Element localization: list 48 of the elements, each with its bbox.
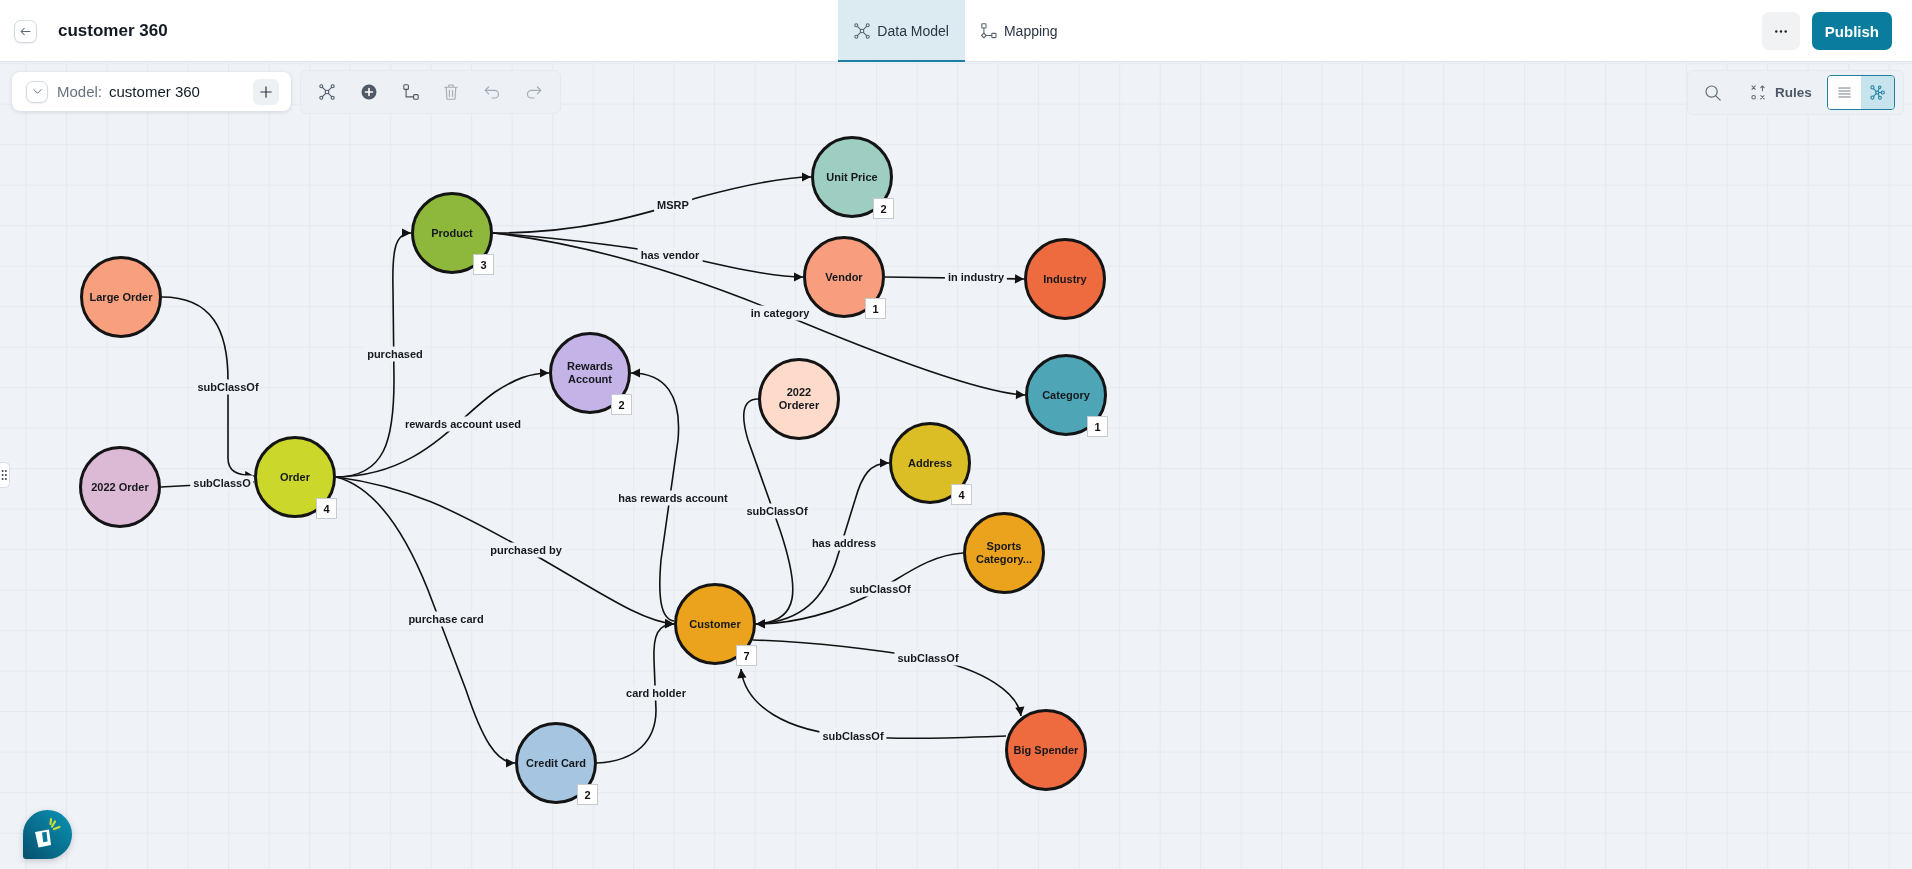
count-badge: 1 xyxy=(865,298,886,319)
drag-handle-icon[interactable] xyxy=(0,462,10,488)
more-icon xyxy=(1774,29,1787,33)
logo-icon[interactable] xyxy=(23,810,72,859)
count-badge: 2 xyxy=(577,784,598,805)
node-link-icon xyxy=(980,23,997,39)
relation-label: subClassO xyxy=(190,475,254,491)
network-icon[interactable] xyxy=(319,84,335,100)
count-badge: 1 xyxy=(1087,416,1108,437)
relation-label: card holder xyxy=(623,685,689,701)
relation-label: purchased by xyxy=(487,542,565,558)
rules-button[interactable]: Rules xyxy=(1751,85,1812,100)
count-badge: 2 xyxy=(873,198,894,219)
relation-label: subClassOf xyxy=(819,728,887,744)
graph-view-button[interactable] xyxy=(1861,76,1894,109)
chevron-down-icon xyxy=(32,89,42,94)
relation-label: in industry xyxy=(944,269,1008,285)
list-view-button[interactable] xyxy=(1828,76,1861,109)
tab[interactable]: Data Model xyxy=(838,0,965,62)
relation-label: has vendor xyxy=(637,247,703,263)
publish-button[interactable]: Publish xyxy=(1811,12,1892,50)
relation-label: has address xyxy=(808,535,880,551)
relation-label: subClassOf xyxy=(743,503,811,519)
network-icon xyxy=(854,23,871,39)
relation-label: subClassOf xyxy=(894,650,962,666)
graph-icon xyxy=(1870,85,1885,100)
model-label: Model: xyxy=(57,83,103,100)
model-name[interactable]: customer 360 xyxy=(109,83,200,100)
relation-label: purchased xyxy=(364,346,426,362)
page-title: customer 360 xyxy=(58,21,168,41)
plus-icon xyxy=(260,85,272,98)
add-model-button[interactable] xyxy=(253,78,279,105)
count-badge: 7 xyxy=(736,645,757,666)
plus-circle-icon[interactable] xyxy=(360,84,377,100)
count-badge: 3 xyxy=(473,254,494,275)
tab[interactable]: Mapping xyxy=(964,0,1074,62)
relation-label: subClassOf xyxy=(846,581,914,597)
relation-label: rewards account used xyxy=(401,416,525,432)
list-icon xyxy=(1838,87,1851,98)
search-icon[interactable] xyxy=(1705,84,1721,101)
node-link-icon[interactable] xyxy=(402,84,419,100)
back-button[interactable] xyxy=(14,19,37,43)
relation-label: MSRP xyxy=(654,197,692,213)
rules-icon xyxy=(1751,85,1766,100)
count-badge: 4 xyxy=(316,498,337,519)
count-badge: 2 xyxy=(611,394,632,415)
count-badge: 4 xyxy=(951,484,972,505)
relation-label: subClassOf xyxy=(194,379,262,395)
